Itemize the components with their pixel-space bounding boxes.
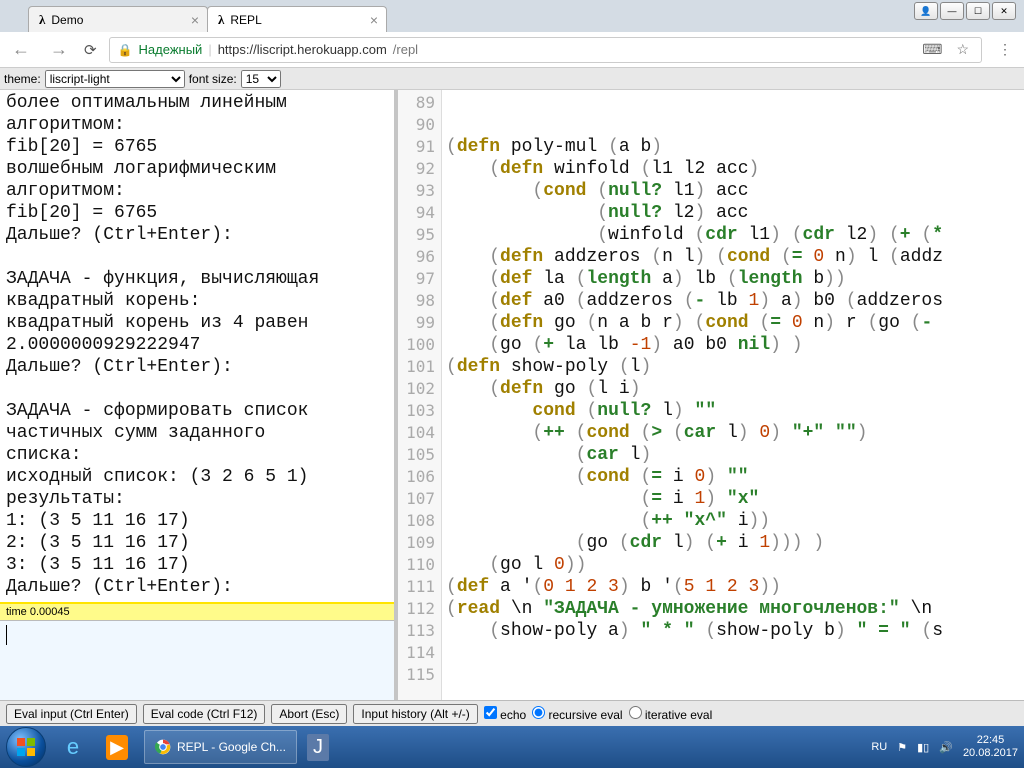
close-icon[interactable]: × xyxy=(370,12,378,28)
url-path: /repl xyxy=(393,42,418,57)
tab-label: Demo xyxy=(51,13,83,27)
repl-input[interactable] xyxy=(0,620,394,700)
recursive-radio[interactable]: recursive eval xyxy=(532,706,622,722)
language-indicator[interactable]: RU xyxy=(871,741,887,753)
media-icon[interactable]: ▶ xyxy=(96,730,138,764)
line-gutter: 89 90 91 92 93 94 95 96 97 98 99 100 101… xyxy=(398,90,442,700)
secure-label: Надежный xyxy=(139,42,203,57)
tray-network-icon[interactable]: ▮▯ xyxy=(917,741,929,754)
bottom-toolbar: Eval input (Ctrl Enter) Eval code (Ctrl … xyxy=(0,700,1024,726)
lambda-icon: λ xyxy=(39,12,45,28)
task-title: REPL - Google Ch... xyxy=(177,740,286,754)
editor-toolbar: theme: liscript-light font size: 15 xyxy=(0,68,1024,90)
close-icon[interactable]: × xyxy=(191,12,199,28)
maximize-button[interactable]: ☐ xyxy=(966,2,990,20)
system-clock[interactable]: 22:45 20.08.2017 xyxy=(963,734,1018,760)
bookmark-icon[interactable]: ☆ xyxy=(952,41,973,58)
minimize-button[interactable]: — xyxy=(940,2,964,20)
history-button[interactable]: Input history (Alt +/-) xyxy=(353,704,477,724)
lambda-icon: λ xyxy=(218,12,224,28)
theme-select[interactable]: liscript-light xyxy=(45,70,185,88)
browser-tabstrip: λ Demo × λ REPL × xyxy=(0,0,1024,32)
url-host: https://liscript.herokuapp.com xyxy=(218,42,387,57)
translate-icon[interactable]: ⌨ xyxy=(918,41,946,58)
app-icon[interactable]: J xyxy=(297,730,339,764)
lock-icon: 🔒 xyxy=(118,43,133,57)
tab-demo[interactable]: λ Demo × xyxy=(28,6,208,32)
eval-input-button[interactable]: Eval input (Ctrl Enter) xyxy=(6,704,137,724)
abort-button[interactable]: Abort (Esc) xyxy=(271,704,347,724)
ie-icon[interactable]: e xyxy=(52,730,94,764)
user-button[interactable]: 👤 xyxy=(914,2,938,20)
fontsize-select[interactable]: 15 xyxy=(241,70,281,88)
iterative-radio[interactable]: iterative eval xyxy=(629,706,713,722)
tab-repl[interactable]: λ REPL × xyxy=(207,6,387,32)
tray-volume-icon[interactable]: 🔊 xyxy=(939,741,953,754)
code-pane: 89 90 91 92 93 94 95 96 97 98 99 100 101… xyxy=(398,90,1024,700)
windows-taskbar: e ▶ REPL - Google Ch... J RU ⚑ ▮▯ 🔊 22:4… xyxy=(0,726,1024,768)
omnibox[interactable]: 🔒 Надежный | https://liscript.herokuapp.… xyxy=(109,37,982,63)
status-bar: time 0.00045 xyxy=(0,602,394,620)
browser-menu-button[interactable]: ⋮ xyxy=(994,41,1016,58)
output-pane: более оптимальным линейным алгоритмом: f… xyxy=(0,90,398,700)
eval-code-button[interactable]: Eval code (Ctrl F12) xyxy=(143,704,266,724)
theme-label: theme: xyxy=(4,72,41,86)
start-button[interactable] xyxy=(6,727,46,767)
output-text[interactable]: более оптимальным линейным алгоритмом: f… xyxy=(0,90,394,602)
close-window-button[interactable]: ✕ xyxy=(992,2,1016,20)
tray-flag-icon[interactable]: ⚑ xyxy=(897,741,907,754)
taskbar-chrome[interactable]: REPL - Google Ch... xyxy=(144,730,297,764)
tab-label: REPL xyxy=(230,13,261,27)
fontsize-label: font size: xyxy=(189,72,237,86)
address-bar: ← → ⟳ 🔒 Надежный | https://liscript.hero… xyxy=(0,32,1024,68)
echo-checkbox[interactable]: echo xyxy=(484,706,526,722)
forward-button[interactable]: → xyxy=(46,39,72,60)
reload-button[interactable]: ⟳ xyxy=(84,41,97,59)
code-editor[interactable]: (defn poly-mul (a b) (defn winfold (l1 l… xyxy=(442,90,1024,700)
back-button[interactable]: ← xyxy=(8,39,34,60)
